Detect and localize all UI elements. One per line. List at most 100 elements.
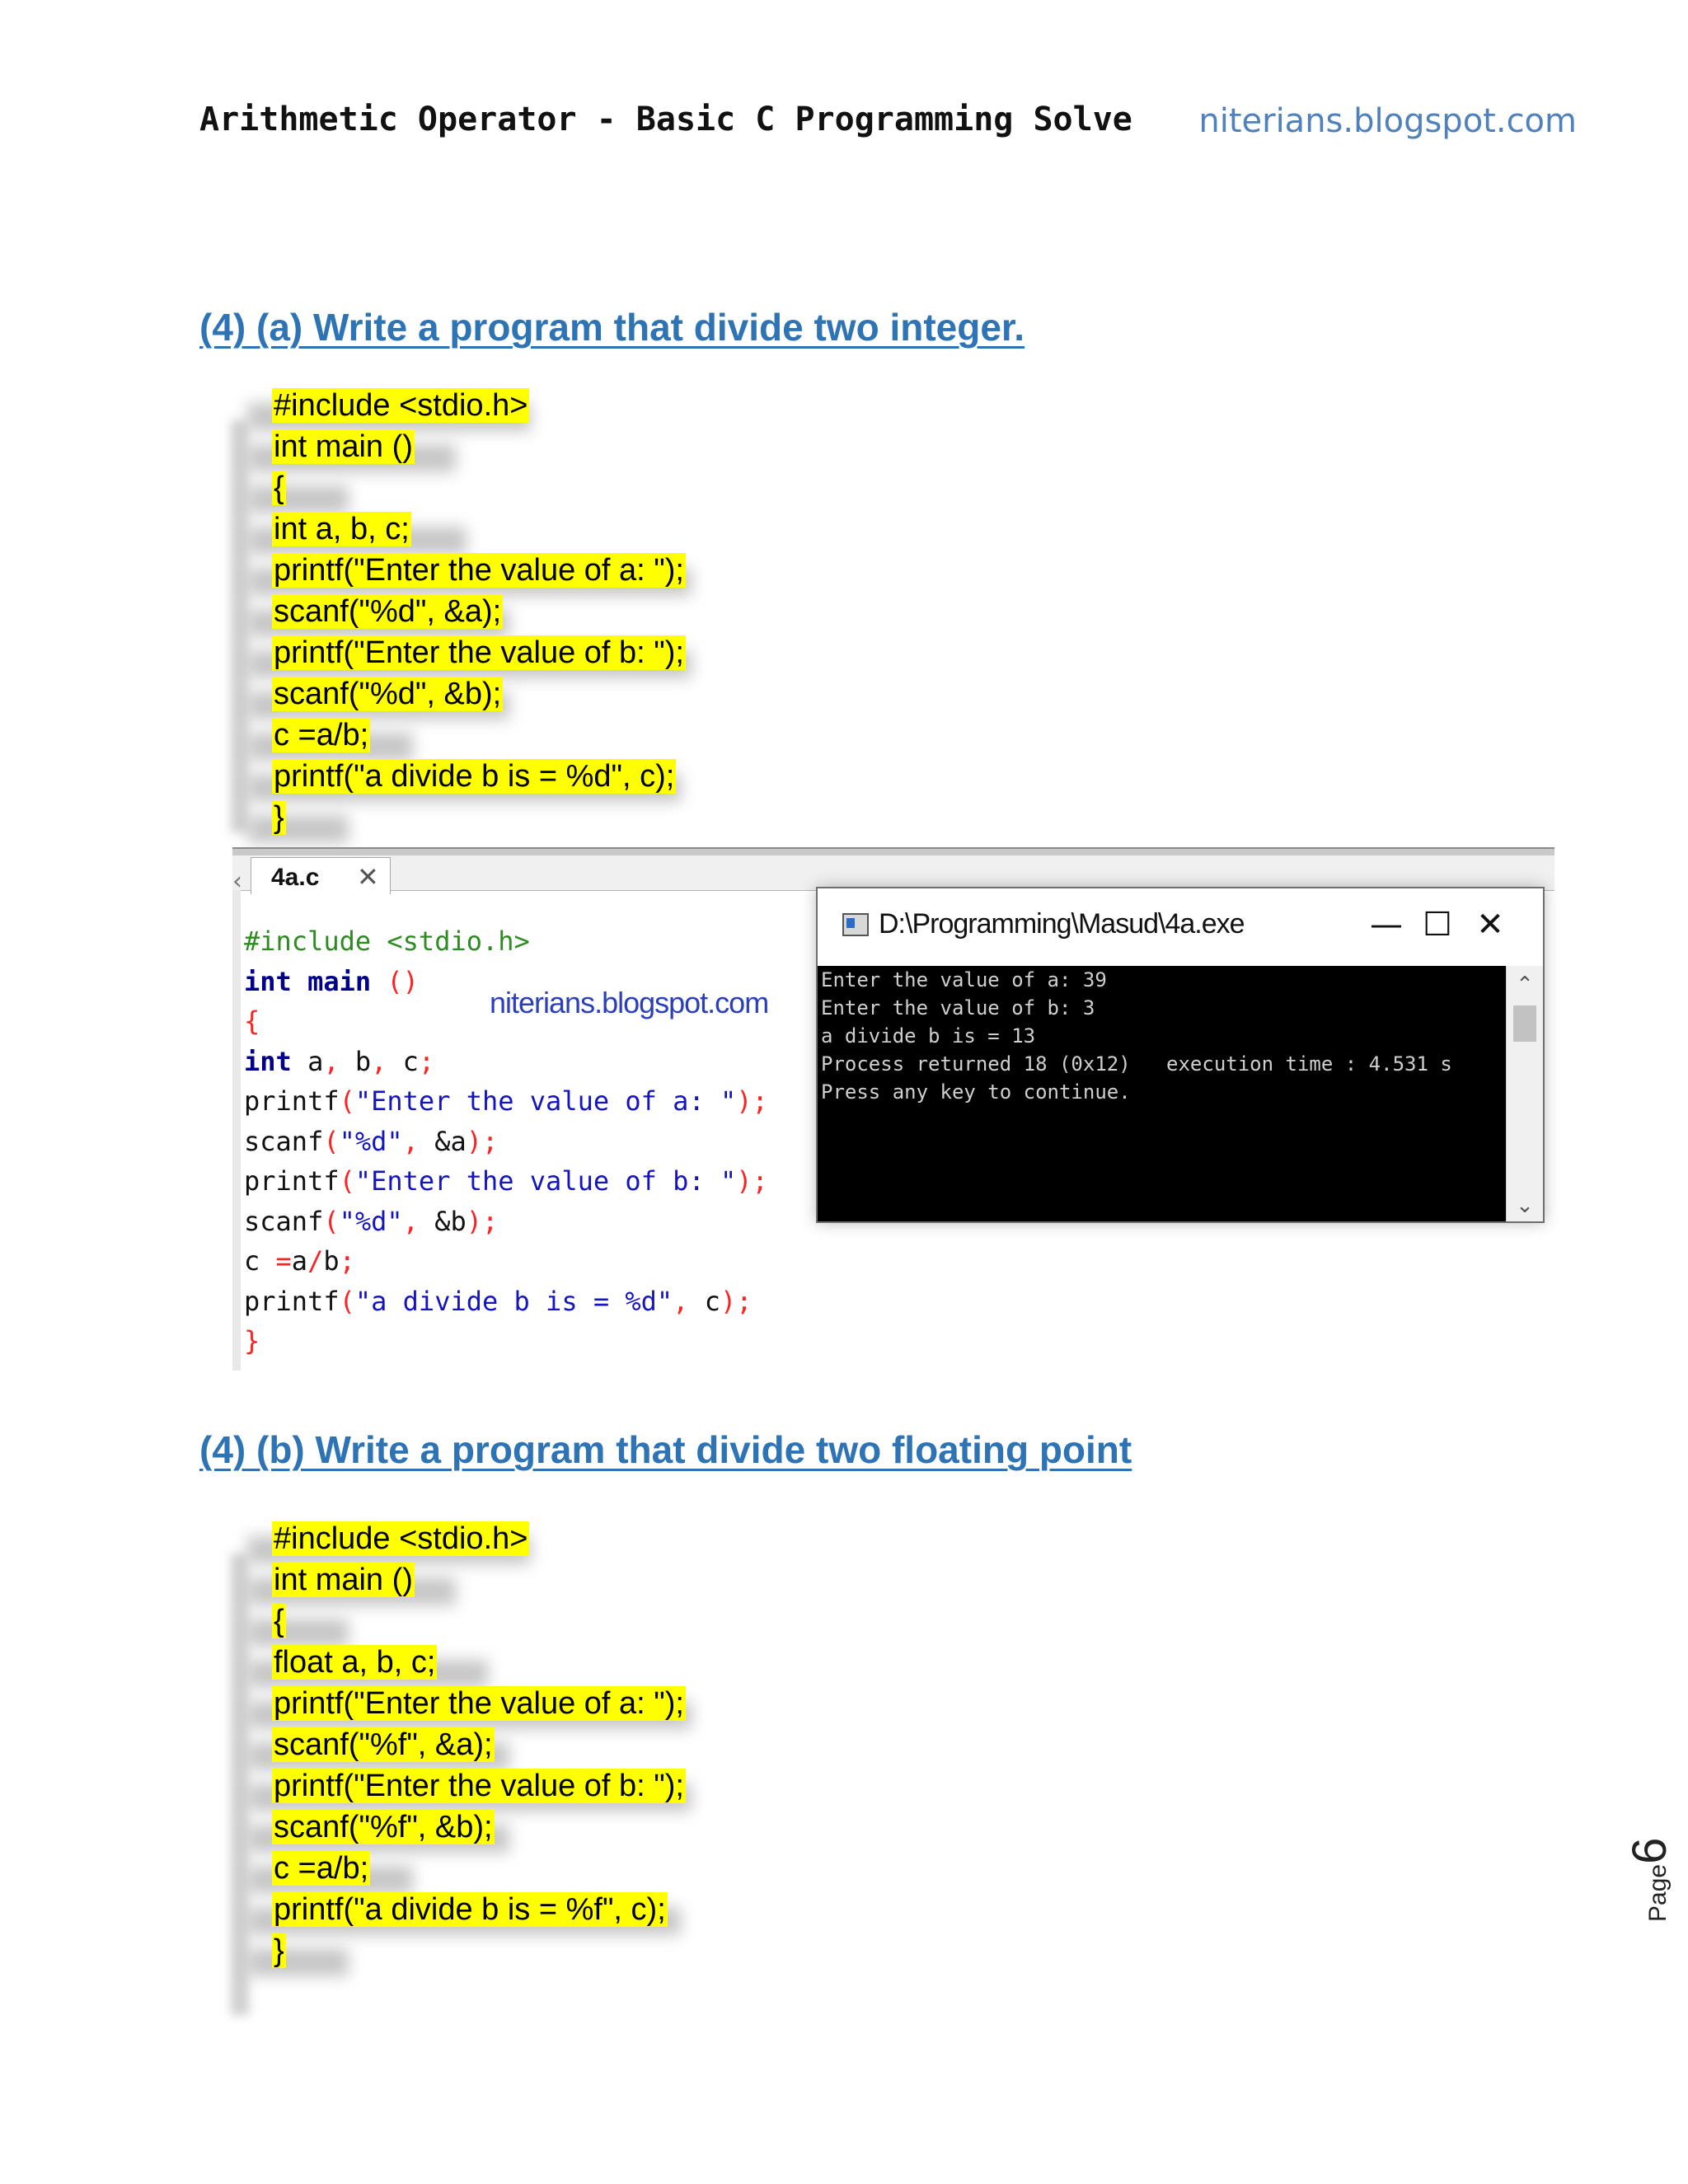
code-line: scanf("%f", &b); bbox=[247, 1807, 686, 1853]
code-line-text: c =a/b; bbox=[272, 1851, 371, 1886]
code-line-text: } bbox=[272, 800, 286, 835]
code-block-b: #include <stdio.h> int main () {float a, b… bbox=[247, 1518, 692, 1976]
code-token: int bbox=[244, 965, 292, 997]
code-line-text: printf("a divide b is = %d", c); bbox=[272, 759, 677, 794]
minimize-button[interactable]: — bbox=[1362, 900, 1411, 949]
code-line: c =a/b; bbox=[247, 1848, 686, 1894]
code-token: () bbox=[387, 965, 419, 997]
editor-tab-4a-c[interactable]: 4a.c ✕ bbox=[251, 857, 391, 894]
code-token: c bbox=[244, 1245, 276, 1277]
console-output: Enter the value of a: 39 Enter the value … bbox=[818, 966, 1507, 1221]
editor-code-line: printf("a divide b is = %d", c); bbox=[244, 1282, 768, 1322]
code-line-text: int main () bbox=[272, 1563, 415, 1597]
scroll-down-icon[interactable]: ⌄ bbox=[1507, 1193, 1543, 1218]
code-token: ( bbox=[339, 1285, 355, 1317]
code-line: printf("a divide b is = %f", c); bbox=[247, 1889, 686, 1935]
page-label: Page bbox=[1644, 1863, 1672, 1922]
code-line-text: printf("a divide b is = %f", c); bbox=[272, 1892, 668, 1927]
code-line: printf("a divide b is = %d", c); bbox=[247, 756, 686, 802]
console-output-line: a divide b is = 13 bbox=[821, 1024, 1036, 1047]
code-line-text: #include <stdio.h> bbox=[272, 388, 530, 423]
code-line: scanf("%d", &b); bbox=[247, 673, 686, 719]
editor-code-line: } bbox=[244, 1321, 768, 1361]
code-token: &b bbox=[418, 1205, 467, 1237]
document-header-title: Arithmetic Operator - Basic C Programmin… bbox=[199, 101, 1132, 138]
code-line: printf("Enter the value of a: "); bbox=[247, 550, 692, 596]
code-line-text: scanf("%f", &b); bbox=[272, 1810, 495, 1844]
code-token: , bbox=[402, 1205, 419, 1237]
code-token: ); bbox=[466, 1205, 499, 1237]
code-token: , bbox=[673, 1285, 689, 1317]
code-token: ( bbox=[339, 1165, 355, 1197]
code-line: int main () bbox=[247, 426, 686, 472]
console-output-line: Enter the value of a: 39 bbox=[821, 968, 1107, 991]
editor-gutter bbox=[232, 890, 241, 1371]
editor-code-line: #include <stdio.h> bbox=[244, 921, 768, 962]
code-token: ( bbox=[339, 1085, 355, 1117]
code-token: int bbox=[244, 1045, 292, 1077]
code-line: printf("Enter the value of b: "); bbox=[247, 632, 692, 678]
code-token: } bbox=[244, 1325, 260, 1357]
code-line-text: int main () bbox=[272, 429, 415, 464]
code-token: , bbox=[323, 1045, 340, 1077]
console-window: D:\Programming\Masud\4a.exe — ☐ ✕ Enter … bbox=[816, 887, 1545, 1223]
code-token: scanf bbox=[244, 1205, 324, 1237]
code-line: int a, b, c; bbox=[247, 509, 686, 555]
section-a-heading: (4) (a) Write a program that divide two … bbox=[199, 306, 1025, 349]
scrollbar-thumb[interactable] bbox=[1513, 1005, 1536, 1042]
code-line-text: int a, b, c; bbox=[272, 512, 411, 546]
code-token: printf bbox=[244, 1285, 340, 1317]
console-output-line: Process returned 18 (0x12) execution tim… bbox=[821, 1052, 1452, 1076]
code-line: scanf("%f", &a); bbox=[247, 1724, 686, 1770]
code-token: , bbox=[371, 1045, 387, 1077]
console-title: D:\Programming\Masud\4a.exe bbox=[879, 908, 1245, 940]
console-scrollbar[interactable]: ⌃ ⌄ bbox=[1506, 966, 1543, 1221]
close-icon[interactable]: ✕ bbox=[357, 861, 379, 893]
code-line: int main () bbox=[247, 1559, 686, 1605]
code-line-text: printf("Enter the value of b: "); bbox=[272, 1769, 686, 1803]
code-token: / bbox=[307, 1245, 324, 1277]
code-line-text: } bbox=[272, 1933, 286, 1968]
maximize-button[interactable]: ☐ bbox=[1413, 900, 1462, 949]
code-token: b bbox=[339, 1045, 372, 1077]
section-b-heading: (4) (b) Write a program that divide two … bbox=[199, 1428, 1132, 1471]
code-line-text: { bbox=[272, 1604, 286, 1638]
code-line-text: { bbox=[272, 471, 286, 505]
console-titlebar[interactable]: D:\Programming\Masud\4a.exe — ☐ ✕ bbox=[818, 888, 1543, 966]
code-line: } bbox=[247, 1930, 686, 1976]
code-line-text: scanf("%f", &a); bbox=[272, 1727, 495, 1762]
editor-code-line: scanf("%d", &b); bbox=[244, 1202, 768, 1242]
close-button[interactable]: ✕ bbox=[1465, 900, 1515, 949]
header-site-link[interactable]: niterians.blogspot.com bbox=[1198, 102, 1577, 140]
code-token: "a divide b is = %d" bbox=[354, 1285, 673, 1317]
code-token: "Enter the value of b: " bbox=[354, 1165, 737, 1197]
code-token: a bbox=[291, 1045, 324, 1077]
code-token: "%d" bbox=[339, 1205, 403, 1237]
code-token: ); bbox=[736, 1085, 768, 1117]
code-line-shadow bbox=[247, 815, 349, 843]
code-token: main bbox=[291, 965, 387, 997]
code-token: a bbox=[291, 1245, 308, 1277]
code-token: "Enter the value of a: " bbox=[354, 1085, 737, 1117]
code-token: printf bbox=[244, 1085, 340, 1117]
editor-tab-label: 4a.c bbox=[271, 864, 320, 891]
code-line-shadow bbox=[247, 1948, 349, 1976]
editor-code-line: scanf("%d", &a); bbox=[244, 1122, 768, 1162]
page-number-value: 6 bbox=[1623, 1837, 1676, 1864]
code-token: { bbox=[244, 1005, 260, 1037]
code-line: c =a/b; bbox=[247, 715, 686, 761]
editor-code-line: printf("Enter the value of a: "); bbox=[244, 1081, 768, 1122]
code-token: ); bbox=[720, 1285, 753, 1317]
scroll-up-icon[interactable]: ⌃ bbox=[1507, 972, 1543, 997]
code-token: ); bbox=[736, 1165, 768, 1197]
code-line-text: printf("Enter the value of a: "); bbox=[272, 553, 686, 588]
code-token: printf bbox=[244, 1165, 340, 1197]
code-token: ); bbox=[466, 1125, 499, 1157]
code-line-text: float a, b, c; bbox=[272, 1645, 438, 1680]
code-line-text: printf("Enter the value of b: "); bbox=[272, 635, 686, 670]
code-block-b-shadow bbox=[231, 1554, 249, 2015]
code-token: = bbox=[275, 1245, 292, 1277]
editor-code-line: int a, b, c; bbox=[244, 1042, 768, 1082]
code-token: #include <stdio.h> bbox=[244, 926, 530, 957]
code-token: "%d" bbox=[339, 1125, 403, 1157]
